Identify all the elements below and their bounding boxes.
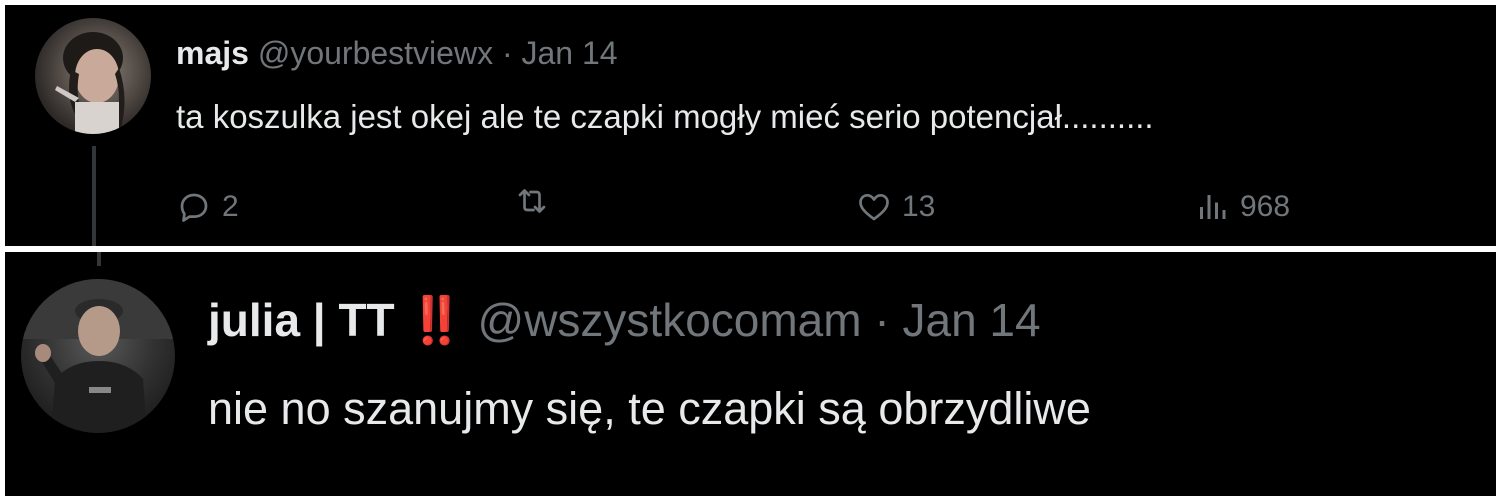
views-button[interactable]: 968 bbox=[1194, 183, 1290, 231]
user-handle[interactable]: @yourbestviewx bbox=[258, 35, 493, 71]
tweet-actions: 2 13 968 bbox=[176, 183, 1376, 233]
tweet-card-1[interactable]: majs @yourbestviewx · Jan 14 ta koszulka… bbox=[5, 5, 1496, 246]
avatar-photo-icon bbox=[21, 279, 175, 433]
thread-connector bbox=[92, 146, 96, 246]
like-button[interactable]: 13 bbox=[856, 183, 935, 231]
avatar-photo-icon bbox=[55, 32, 125, 134]
separator: · bbox=[501, 35, 513, 71]
double-exclamation-emoji: ‼️ bbox=[407, 294, 465, 346]
view-count: 968 bbox=[1240, 190, 1291, 223]
tweet-text: nie no szanujmy się, te czapki są obrzyd… bbox=[208, 383, 1091, 434]
tweet-card-2[interactable]: julia | TT ‼️ @wszystkocomam · Jan 14 ni… bbox=[5, 252, 1496, 496]
like-count: 13 bbox=[902, 190, 936, 223]
tweet-date[interactable]: Jan 14 bbox=[902, 294, 1040, 346]
retweet-icon bbox=[518, 189, 546, 213]
tweet-text: ta koszulka jest okej ale te czapki mogł… bbox=[176, 98, 1154, 135]
heart-icon bbox=[859, 193, 889, 221]
separator: · bbox=[874, 294, 890, 346]
avatar[interactable] bbox=[35, 18, 151, 134]
display-name[interactable]: julia | TT bbox=[208, 294, 395, 346]
user-handle[interactable]: @wszystkocomam bbox=[478, 294, 862, 346]
reply-icon bbox=[180, 193, 208, 222]
tweet-header: majs @yourbestviewx · Jan 14 bbox=[176, 33, 618, 73]
tweet-header: julia | TT ‼️ @wszystkocomam · Jan 14 bbox=[208, 292, 1041, 348]
retweet-button[interactable] bbox=[514, 183, 560, 219]
thread-connector bbox=[97, 252, 101, 266]
avatar[interactable] bbox=[21, 279, 175, 433]
views-icon bbox=[1200, 195, 1226, 219]
tweet-date[interactable]: Jan 14 bbox=[522, 35, 618, 71]
display-name[interactable]: majs bbox=[176, 35, 249, 71]
reply-button[interactable]: 2 bbox=[176, 183, 239, 231]
reply-count: 2 bbox=[222, 190, 239, 223]
